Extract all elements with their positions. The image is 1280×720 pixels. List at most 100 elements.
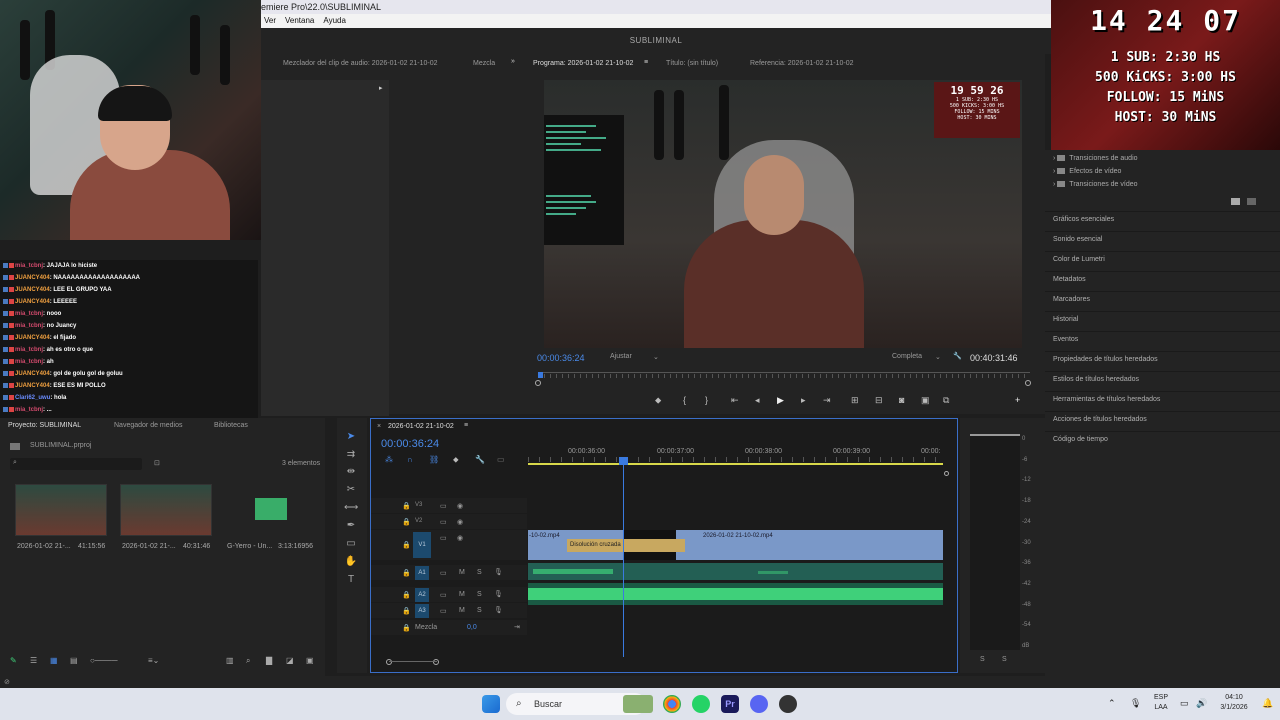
panel-item[interactable]: Estilos de títulos heredados bbox=[1053, 376, 1139, 383]
nest-icon[interactable]: ⁂ bbox=[385, 455, 393, 464]
slip-icon[interactable]: ⟷ bbox=[344, 501, 358, 515]
type-tool-icon[interactable]: T bbox=[344, 573, 358, 587]
add-marker-icon[interactable]: ⬥ bbox=[453, 455, 459, 465]
tab-libraries[interactable]: Bibliotecas bbox=[214, 422, 248, 429]
go-to-in-icon[interactable]: ⇤ bbox=[731, 395, 739, 406]
search-highlight-icon[interactable] bbox=[623, 695, 653, 713]
mute-icon[interactable]: M bbox=[459, 607, 465, 614]
solo-icon[interactable]: S bbox=[477, 569, 482, 576]
tab-menu-icon[interactable]: ≡ bbox=[464, 422, 468, 429]
play-triangle-icon[interactable]: ▸ bbox=[379, 84, 383, 92]
chevron-down-icon[interactable]: ⌄ bbox=[653, 353, 659, 361]
panel-item[interactable]: Metadatos bbox=[1053, 276, 1086, 283]
vertical-scroll-handle[interactable] bbox=[944, 471, 949, 476]
playhead-line[interactable] bbox=[623, 457, 624, 657]
zoom-handle-left[interactable] bbox=[535, 380, 541, 386]
wrench-icon[interactable]: 🔧 bbox=[953, 352, 962, 360]
quality-dropdown[interactable]: Completa bbox=[892, 353, 922, 360]
sync-icon[interactable]: ▭ bbox=[440, 518, 447, 526]
chevron-down-icon[interactable]: ⌄ bbox=[935, 353, 941, 361]
audio-clip-a2[interactable] bbox=[528, 583, 943, 605]
new-bin-icon[interactable] bbox=[1231, 198, 1240, 205]
export-frame-icon[interactable]: ◙ bbox=[899, 395, 904, 405]
eye-icon[interactable]: ◉ bbox=[457, 502, 463, 510]
zoom-handle-right[interactable] bbox=[1025, 380, 1031, 386]
mic-icon[interactable]: 🎙 bbox=[494, 606, 503, 614]
lock-icon[interactable]: 🔒 bbox=[402, 591, 411, 599]
work-area-bar[interactable] bbox=[528, 463, 943, 465]
eye-icon[interactable]: ◉ bbox=[457, 534, 463, 542]
new-bin-icon[interactable]: ⊡ bbox=[154, 459, 160, 467]
monitor-icon[interactable]: ▭ bbox=[1180, 698, 1189, 709]
lock-icon[interactable]: 🔒 bbox=[402, 541, 411, 549]
mic-icon[interactable]: 🎙 bbox=[494, 590, 503, 598]
pencil-icon[interactable]: ✎ bbox=[10, 656, 17, 665]
solo-button[interactable]: S bbox=[1002, 656, 1007, 663]
mix-value[interactable]: 0,0 bbox=[467, 624, 477, 631]
discord-icon[interactable] bbox=[750, 695, 768, 713]
trash-icon[interactable]: ▣ bbox=[306, 656, 314, 665]
windows-start-icon[interactable] bbox=[482, 695, 500, 713]
new-item-icon[interactable]: ◪ bbox=[286, 656, 294, 665]
panel-item[interactable]: Marcadores bbox=[1053, 296, 1090, 303]
audio-thumbnail[interactable] bbox=[225, 484, 317, 536]
mark-out-icon[interactable]: } bbox=[705, 395, 708, 405]
lock-icon[interactable]: 🔒 bbox=[402, 624, 411, 632]
mute-icon[interactable]: M bbox=[459, 591, 465, 598]
tab-audio-clip-mixer[interactable]: Mezclador del clip de audio: 2026-01-02 … bbox=[283, 60, 438, 67]
panel-item[interactable]: Sonido esencial bbox=[1053, 236, 1102, 243]
captions-icon[interactable]: ▭ bbox=[497, 455, 505, 464]
effects-folder[interactable]: › Transiciones de vídeo bbox=[1053, 181, 1138, 188]
icon-view-icon[interactable]: ▦ bbox=[50, 656, 58, 665]
zoom-scroll-bar[interactable] bbox=[389, 661, 437, 662]
track-label[interactable]: A1 bbox=[415, 566, 429, 580]
panel-item[interactable]: Eventos bbox=[1053, 336, 1078, 343]
mic-icon[interactable]: 🎙 bbox=[494, 568, 503, 576]
sync-icon[interactable]: ▭ bbox=[440, 591, 447, 599]
panel-item[interactable]: Gráficos esenciales bbox=[1053, 216, 1114, 223]
panel-item[interactable]: Código de tiempo bbox=[1053, 436, 1108, 443]
step-forward-icon[interactable]: ▸ bbox=[801, 395, 806, 406]
language-indicator[interactable]: ESP bbox=[1152, 694, 1170, 701]
scrub-bar[interactable] bbox=[538, 372, 1030, 373]
clip-thumbnail[interactable] bbox=[120, 484, 212, 536]
zoom-handle-right[interactable] bbox=[433, 659, 439, 665]
lift-icon[interactable]: ⊞ bbox=[851, 395, 859, 406]
chevron-up-icon[interactable]: ⌃ bbox=[1108, 698, 1116, 709]
ripple-edit-icon[interactable]: ⇹ bbox=[344, 465, 358, 479]
menu-ver[interactable]: Ver bbox=[264, 14, 276, 28]
eye-icon[interactable]: ◉ bbox=[457, 518, 463, 526]
tab-media-browser[interactable]: Navegador de medios bbox=[114, 422, 183, 429]
program-timecode[interactable]: 00:00:36:24 bbox=[537, 353, 585, 363]
chrome-icon[interactable] bbox=[663, 695, 681, 713]
linked-selection-icon[interactable]: ⛓ bbox=[429, 455, 439, 464]
solo-button[interactable]: S bbox=[980, 656, 985, 663]
panel-item[interactable]: Propiedades de títulos heredados bbox=[1053, 356, 1158, 363]
sequence-tab[interactable]: 2026-01-02 21-10-02 bbox=[388, 423, 454, 430]
tab-title[interactable]: Título: (sin título) bbox=[666, 60, 718, 67]
sync-icon[interactable]: ▭ bbox=[440, 534, 447, 542]
lock-icon[interactable]: 🔒 bbox=[402, 569, 411, 577]
close-icon[interactable]: × bbox=[377, 423, 381, 430]
clip-thumbnail[interactable] bbox=[15, 484, 107, 536]
extract-icon[interactable]: ⊟ bbox=[875, 395, 883, 406]
step-back-icon[interactable]: ◂ bbox=[755, 395, 760, 406]
razor-icon[interactable]: ✂ bbox=[344, 483, 358, 497]
track-label[interactable]: A2 bbox=[415, 588, 429, 602]
track-label[interactable]: A3 bbox=[415, 604, 429, 618]
go-to-end-icon[interactable]: ⇥ bbox=[514, 623, 520, 631]
pen-icon[interactable]: ✒ bbox=[344, 519, 358, 533]
workspace-title[interactable]: SUBLIMINAL bbox=[261, 28, 1051, 54]
sort-icon[interactable]: ≡⌄ bbox=[148, 656, 159, 665]
panel-item[interactable]: Historial bbox=[1053, 316, 1078, 323]
fit-dropdown[interactable]: Ajustar bbox=[610, 353, 632, 360]
panel-item[interactable]: Acciones de títulos heredados bbox=[1053, 416, 1147, 423]
sync-icon[interactable]: ▭ bbox=[440, 502, 447, 510]
mic-icon[interactable]: 🎙 bbox=[1130, 698, 1141, 709]
panel-overflow-icon[interactable]: » bbox=[511, 58, 515, 65]
effects-folder[interactable]: › Transiciones de audio bbox=[1053, 155, 1138, 162]
clock-time[interactable]: 04:10 bbox=[1216, 694, 1252, 701]
whatsapp-icon[interactable] bbox=[692, 695, 710, 713]
panel-item[interactable]: Herramientas de títulos heredados bbox=[1053, 396, 1160, 403]
hand-icon[interactable]: ✋ bbox=[344, 555, 358, 569]
